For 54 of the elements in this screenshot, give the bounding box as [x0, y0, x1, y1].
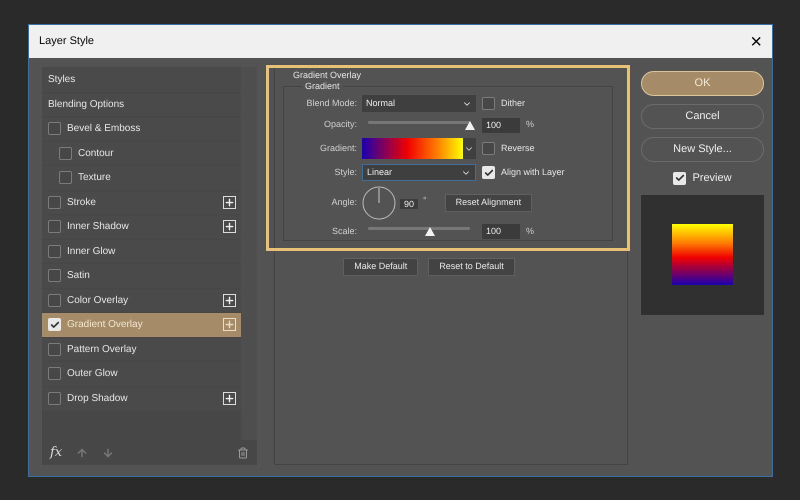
checkbox[interactable] [48, 122, 61, 136]
checkbox[interactable] [48, 196, 61, 209]
checkbox[interactable] [48, 367, 61, 380]
checkbox-label: Dither [501, 96, 526, 110]
field-label: Gradient: [318, 142, 358, 155]
field-label: Blend Mode: [305, 96, 358, 110]
action-button[interactable]: Cancel [641, 104, 764, 129]
field-label: Scale: [330, 224, 358, 238]
up-arrow-icon[interactable] [76, 446, 88, 458]
slider-thumb[interactable] [465, 120, 475, 130]
checkbox[interactable] [48, 244, 61, 258]
number-field[interactable]: 100 [482, 118, 520, 132]
checkbox-label: Align with Layer [501, 166, 565, 179]
add-icon[interactable] [223, 392, 236, 405]
checkbox[interactable] [482, 142, 495, 155]
checkbox[interactable] [673, 172, 686, 185]
section-title: Gradient Overlay [293, 70, 362, 81]
window-title: Layer Style [39, 34, 96, 50]
checkbox[interactable] [48, 342, 61, 356]
number-field[interactable]: 100 [482, 224, 520, 239]
checkbox[interactable] [482, 166, 495, 179]
blend-mode-dropdown[interactable]: Normal [362, 95, 476, 112]
field-label: Opacity: [322, 118, 358, 132]
fx-button[interactable]: fx [50, 442, 62, 462]
checkbox[interactable] [48, 269, 61, 282]
number-field[interactable]: 90 [400, 198, 418, 208]
checkbox-label: Preview [692, 171, 732, 186]
checkbox[interactable] [48, 392, 61, 405]
add-icon[interactable] [223, 294, 236, 307]
checkbox[interactable] [59, 171, 72, 184]
slider-thumb[interactable] [425, 227, 436, 236]
field-label: Angle: [330, 196, 358, 209]
checkbox[interactable] [48, 318, 61, 332]
default-button[interactable]: Make Default [343, 258, 418, 276]
checkbox[interactable] [482, 97, 495, 110]
action-button[interactable]: New Style... [641, 137, 764, 162]
add-icon[interactable] [223, 196, 236, 209]
angle-dial[interactable] [362, 186, 396, 220]
unit-label: % [526, 224, 534, 238]
unit-label: % [526, 118, 534, 132]
reset-alignment-button[interactable]: Reset Alignment [444, 194, 532, 212]
add-icon[interactable] [223, 220, 236, 234]
checkbox[interactable] [48, 220, 61, 234]
trash-icon[interactable] [237, 446, 249, 458]
default-button[interactable]: Reset to Default [428, 258, 515, 276]
field-label: Style: [333, 166, 358, 179]
close-button[interactable]: × [750, 32, 762, 52]
preview-swatch [672, 224, 733, 285]
checkbox-label: Reverse [501, 142, 535, 155]
style-dropdown[interactable]: Linear [362, 164, 476, 181]
checkbox[interactable] [48, 294, 61, 307]
checkbox[interactable] [59, 146, 72, 160]
unit-label: ° [423, 194, 427, 207]
down-arrow-icon[interactable] [102, 446, 114, 458]
